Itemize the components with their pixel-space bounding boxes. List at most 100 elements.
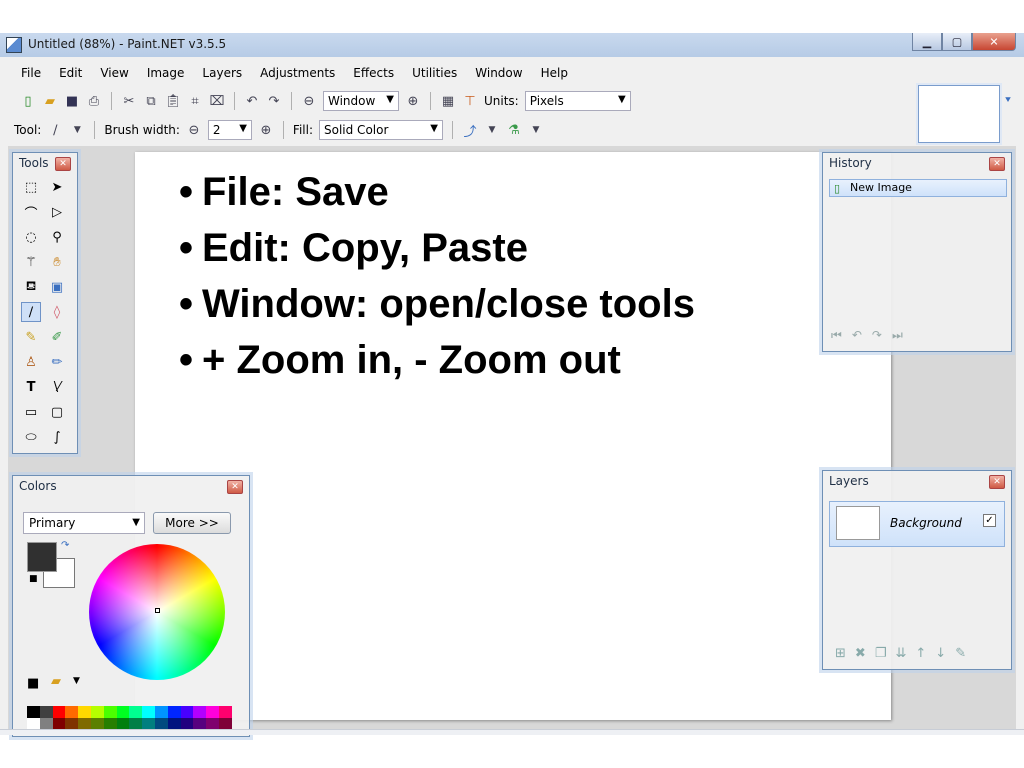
duplicate-layer-icon[interactable]: ❐	[875, 646, 887, 661]
colors-panel-close-button[interactable]: ✕	[227, 480, 243, 494]
zoom-select[interactable]: Window ▼	[323, 91, 399, 111]
palette-swatch[interactable]	[90, 706, 104, 718]
palette-swatch[interactable]	[129, 706, 143, 718]
palette-swatch[interactable]	[206, 706, 219, 718]
increase-width-icon[interactable]: ⊕	[258, 122, 274, 138]
antialiasing-icon[interactable]: ⤴	[462, 122, 478, 140]
layer-visibility-checkbox[interactable]: ✓	[983, 514, 996, 527]
menu-adjustments[interactable]: Adjustments	[251, 64, 344, 82]
gradient-icon[interactable]: ▣	[47, 277, 67, 297]
more-colors-button[interactable]: More >>	[153, 512, 231, 534]
palette-swatch[interactable]	[65, 706, 79, 718]
pan-icon[interactable]: ✋︎	[47, 252, 67, 272]
cut-icon[interactable]: ✂	[121, 93, 137, 109]
thumbnail-list-chevron-icon[interactable]: ⯆	[1004, 95, 1012, 106]
swap-colors-icon[interactable]: ↷	[61, 540, 69, 551]
chevron-down-icon[interactable]: ▼	[528, 122, 544, 138]
menu-edit[interactable]: Edit	[50, 64, 91, 82]
palette-swatch[interactable]	[193, 706, 207, 718]
recolor-icon[interactable]: ✏	[47, 352, 67, 372]
line-curve-icon[interactable]: \⁄	[47, 377, 67, 397]
redo-icon[interactable]: ↷	[266, 93, 282, 109]
ellipse-select-icon[interactable]: ◌	[21, 227, 41, 247]
minimize-button[interactable]: ▁	[912, 33, 942, 51]
print-icon[interactable]: ⎙	[86, 93, 102, 109]
new-file-icon[interactable]: ▯	[20, 93, 36, 109]
menu-help[interactable]: Help	[532, 64, 577, 82]
decrease-width-icon[interactable]: ⊖	[186, 122, 202, 138]
undo-icon[interactable]: ↶	[244, 93, 260, 109]
clone-stamp-icon[interactable]: ♙	[21, 352, 41, 372]
freeform-shape-icon[interactable]: ∫	[47, 427, 67, 447]
palette-swatch[interactable]	[167, 706, 181, 718]
close-button[interactable]: ✕	[972, 33, 1016, 51]
rounded-rectangle-icon[interactable]: ▢	[47, 402, 67, 422]
palette-swatch[interactable]	[116, 706, 130, 718]
grid-icon[interactable]: ▦	[440, 93, 456, 109]
palette-swatch[interactable]	[52, 706, 66, 718]
history-item[interactable]: ▯ New Image	[829, 179, 1007, 197]
save-icon[interactable]: ■	[64, 93, 80, 109]
layers-panel-close-button[interactable]: ✕	[989, 475, 1005, 489]
ruler-icon[interactable]: ⊤	[462, 93, 478, 109]
menu-utilities[interactable]: Utilities	[403, 64, 466, 82]
move-layer-up-icon[interactable]: ↑	[915, 646, 926, 661]
palette-swatch[interactable]	[180, 706, 194, 718]
layer-properties-icon[interactable]: ✎	[955, 646, 966, 661]
color-picker-icon[interactable]: ✐	[47, 327, 67, 347]
move-layer-down-icon[interactable]: ↓	[935, 646, 946, 661]
lasso-select-icon[interactable]: ⌒	[21, 202, 41, 222]
chevron-down-icon[interactable]: ▼	[69, 122, 85, 138]
menu-view[interactable]: View	[91, 64, 137, 82]
add-to-palette-icon[interactable]: ■	[27, 676, 39, 691]
reset-colors-icon[interactable]: ■	[29, 574, 38, 584]
delete-layer-icon[interactable]: ✖	[855, 646, 866, 661]
crop-icon[interactable]: ⌗	[187, 93, 203, 109]
palette-swatch[interactable]	[103, 706, 117, 718]
move-selection-alt-icon[interactable]: ▷	[47, 202, 67, 222]
image-thumbnail-tab[interactable]	[918, 85, 1000, 143]
menu-layers[interactable]: Layers	[193, 64, 251, 82]
add-layer-icon[interactable]: ⊞	[835, 646, 846, 661]
menu-file[interactable]: File	[12, 64, 50, 82]
brush-width-select[interactable]: 2 ▼	[207, 120, 252, 140]
chevron-down-icon[interactable]: ▼	[484, 122, 500, 138]
palette-swatch[interactable]	[218, 706, 232, 718]
palette-swatch[interactable]	[78, 706, 91, 718]
paint-bucket-icon[interactable]: ⛾	[21, 277, 41, 297]
rectangle-icon[interactable]: ▭	[21, 402, 41, 422]
paintbrush-icon[interactable]: ∕	[21, 302, 41, 322]
magic-wand-icon[interactable]: ⚚	[21, 252, 41, 272]
palette-swatch[interactable]	[142, 706, 155, 718]
history-panel-close-button[interactable]: ✕	[989, 157, 1005, 171]
rectangle-select-icon[interactable]: ⬚	[21, 177, 41, 197]
primary-color-swatch[interactable]	[27, 542, 57, 572]
menu-effects[interactable]: Effects	[344, 64, 403, 82]
eraser-icon[interactable]: ◊	[47, 302, 67, 322]
redo-icon[interactable]: ↷	[872, 328, 882, 343]
menu-image[interactable]: Image	[138, 64, 194, 82]
rewind-icon[interactable]: ⏮	[831, 328, 842, 343]
undo-icon[interactable]: ↶	[852, 328, 862, 343]
blend-mode-icon[interactable]: ⚗	[506, 122, 522, 138]
zoom-out-icon[interactable]: ⊖	[301, 93, 317, 109]
fast-forward-icon[interactable]: ⏭	[892, 328, 903, 343]
color-mode-select[interactable]: Primary ▼	[23, 512, 145, 534]
chevron-down-icon[interactable]: ▼	[73, 676, 80, 686]
units-select[interactable]: Pixels ▼	[524, 91, 631, 111]
text-icon[interactable]: T	[21, 377, 41, 397]
palette-swatch[interactable]	[39, 706, 53, 718]
zoom-icon[interactable]: ⚲	[47, 227, 67, 247]
paintbrush-icon[interactable]: ∕	[47, 122, 63, 138]
maximize-button[interactable]: ▢	[942, 33, 972, 51]
ellipse-icon[interactable]: ⬭	[21, 427, 41, 447]
fill-select[interactable]: Solid Color ▼	[319, 120, 443, 140]
merge-layer-icon[interactable]: ⇊	[895, 646, 906, 661]
deselect-icon[interactable]: ⌧	[209, 93, 225, 109]
zoom-in-icon[interactable]: ⊕	[405, 93, 421, 109]
palette-swatch[interactable]	[154, 706, 168, 718]
pencil-icon[interactable]: ✎	[21, 327, 41, 347]
tools-panel-close-button[interactable]: ✕	[55, 157, 71, 171]
layer-row[interactable]: Background ✓	[829, 501, 1005, 547]
open-file-icon[interactable]: ▰	[42, 93, 58, 109]
